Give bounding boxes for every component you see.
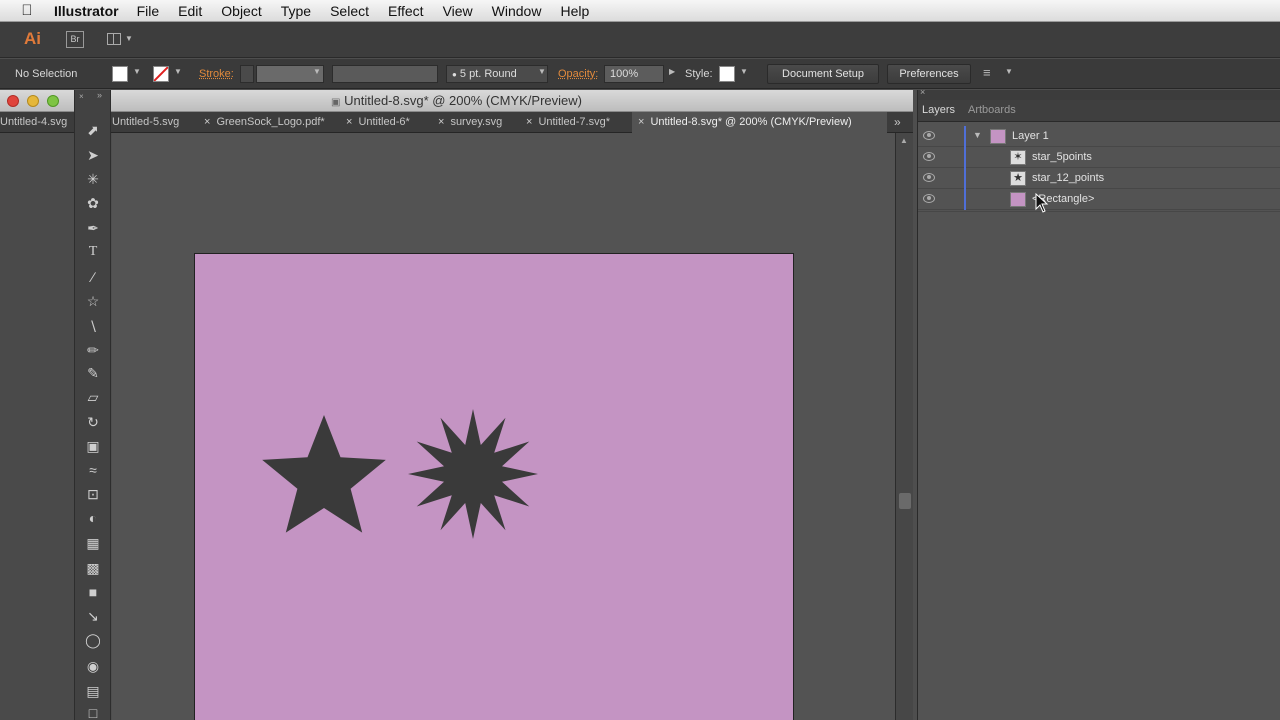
scroll-up-icon[interactable]: ▲ — [900, 136, 908, 145]
eye-icon[interactable] — [923, 173, 935, 182]
layer-color-bar — [964, 189, 966, 210]
eye-icon[interactable] — [923, 152, 935, 161]
rectangle-thumbnail — [1010, 192, 1026, 207]
eye-icon[interactable] — [923, 131, 935, 140]
layer-row-layer-1[interactable]: ▼ Layer 1 — [918, 126, 1280, 147]
close-panel-icon[interactable]: × — [920, 87, 925, 97]
layers-divider — [918, 211, 1280, 212]
expand-layer-icon[interactable]: ▼ — [973, 130, 982, 140]
vertical-scrollbar[interactable]: ▲ — [895, 133, 913, 720]
layer-name[interactable]: Layer 1 — [1012, 130, 1049, 142]
layer-row-rectangle[interactable]: <Rectangle> — [918, 189, 1280, 210]
layer-thumbnail — [990, 129, 1006, 144]
layer-row-star-12-points[interactable]: ★ star_12_points — [918, 168, 1280, 189]
pointer-cursor-icon — [1035, 193, 1049, 213]
star-thumbnail-icon: ★ — [1010, 171, 1026, 186]
star-5-points[interactable] — [262, 415, 386, 533]
star-thumbnail-icon: ✶ — [1010, 150, 1026, 165]
layers-panel: × Layers Artboards ▼ Layer 1 ✶ star_5poi… — [917, 87, 1280, 720]
sublayer-name[interactable]: star_12_points — [1032, 172, 1104, 184]
tab-layers[interactable]: Layers — [922, 104, 955, 116]
eye-icon[interactable] — [923, 194, 935, 203]
illustrator-window:  Illustrator File Edit Object Type Sele… — [0, 0, 1280, 720]
layer-row-star-5points[interactable]: ✶ star_5points — [918, 147, 1280, 168]
panel-tabs: Layers Artboards — [918, 100, 1280, 122]
sublayer-name[interactable]: star_5points — [1032, 151, 1092, 163]
layer-color-bar — [964, 126, 966, 147]
tab-artboards[interactable]: Artboards — [968, 104, 1016, 116]
layer-color-bar — [964, 147, 966, 168]
scrollbar-thumb[interactable] — [899, 493, 911, 509]
layer-color-bar — [964, 168, 966, 189]
star-12-points[interactable] — [408, 409, 538, 539]
panel-header-bar: × — [918, 87, 1280, 100]
